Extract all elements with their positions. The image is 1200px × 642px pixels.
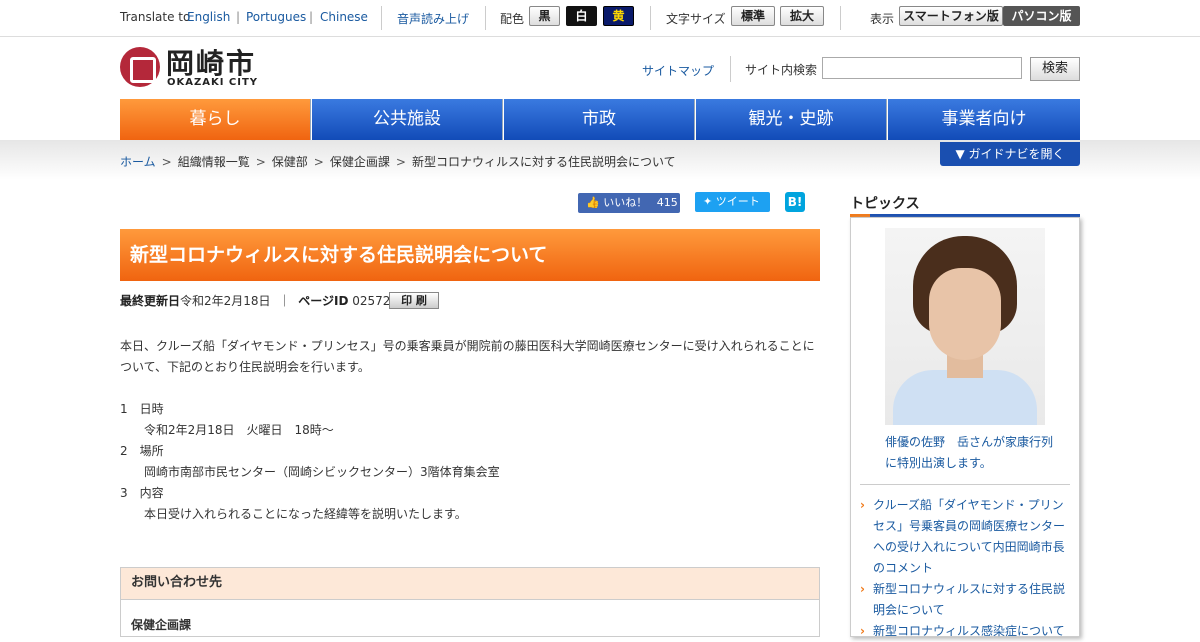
divider xyxy=(730,56,731,82)
city-emblem-icon[interactable] xyxy=(120,47,160,87)
divider xyxy=(860,484,1070,485)
thumbs-up-icon: 👍 xyxy=(586,196,600,209)
sitemap-link[interactable]: サイトマップ xyxy=(642,62,714,79)
font-large-button[interactable]: 拡大 xyxy=(780,6,824,26)
translate-label: Translate to xyxy=(120,10,191,24)
breadcrumb-separator: > xyxy=(313,155,324,169)
search-button[interactable]: 検索 xyxy=(1030,57,1080,81)
like-label: いいね！ xyxy=(603,196,648,209)
meta-separator: ｜ xyxy=(278,294,291,308)
topic-list-item[interactable]: › クルーズ船「ダイヤモンド・プリンセス」号乗客員の岡崎医療センターへの受け入れに… xyxy=(860,495,1070,579)
lang-chinese-link[interactable]: Chinese xyxy=(320,10,368,24)
breadcrumb-item[interactable]: 組織情報一覧 xyxy=(178,155,250,169)
divider xyxy=(840,6,841,30)
twitter-bird-icon: ✦ xyxy=(703,195,713,208)
facebook-like-button[interactable]: 👍 いいね！ 415 xyxy=(578,193,680,213)
tweet-button[interactable]: ✦ ツイート xyxy=(695,192,770,212)
lang-separator: | xyxy=(309,10,314,24)
item-heading: 3 内容 xyxy=(120,486,164,500)
global-nav: 暮らし 公共施設 市政 観光・史跡 事業者向け xyxy=(120,99,1080,140)
topic-link[interactable]: 新型コロナウィルスに対する住民説明会について xyxy=(873,582,1065,617)
contact-heading: お問い合わせ先 xyxy=(121,568,819,600)
divider xyxy=(485,6,486,30)
voice-reader-link[interactable]: 音声読み上げ xyxy=(397,10,469,27)
breadcrumb-separator: > xyxy=(255,155,266,169)
search-label: サイト内検索 xyxy=(745,63,818,77)
site-logo-subtitle: OKAZAKI CITY xyxy=(167,77,259,88)
topic-list-item[interactable]: › 新型コロナウィルスに対する住民説明会について xyxy=(860,579,1070,621)
breadcrumb-item[interactable]: 保健企画課 xyxy=(330,155,390,169)
topic-photo-caption-link[interactable]: 俳優の佐野 岳さんが家康行列に特別出演します。 xyxy=(885,432,1055,474)
color-black-button[interactable]: 黒 xyxy=(529,6,560,26)
nav-item-facilities[interactable]: 公共施設 xyxy=(312,99,503,140)
page-title: 新型コロナウィルスに対する住民説明会について xyxy=(120,229,820,281)
breadcrumb-separator: > xyxy=(395,155,406,169)
item-detail: 令和2年2月18日 火曜日 18時～ xyxy=(144,423,334,437)
breadcrumb: ホーム > 組織情報一覧 > 保健部 > 保健企画課 > 新型コロナウィルスに対する住民説明会に… xyxy=(120,153,676,170)
chevron-right-icon: › xyxy=(860,624,865,638)
breadcrumb-separator: > xyxy=(161,155,172,169)
divider xyxy=(381,6,382,30)
color-scheme-label: 配色 xyxy=(500,12,525,26)
hatena-bookmark-button[interactable]: B! xyxy=(785,192,805,212)
article-body: 本日、クルーズ船「ダイヤモンド・プリンセス」号の乗客乗員が開院前の藤田医科大学岡… xyxy=(120,336,820,525)
print-button[interactable]: 印 刷 xyxy=(389,292,439,309)
search-input[interactable] xyxy=(822,57,1022,79)
page-id-label: ページID xyxy=(298,294,349,308)
item-detail: 岡崎市南部市民センター（岡崎シビックセンター）3階体育集会室 xyxy=(144,465,500,479)
topic-link[interactable]: クルーズ船「ダイヤモンド・プリンセス」号乗客員の岡崎医療センターへの受け入れにつ… xyxy=(873,498,1065,575)
color-white-button[interactable]: 白 xyxy=(566,6,597,26)
nav-item-city-government[interactable]: 市政 xyxy=(504,99,695,140)
topic-link[interactable]: 新型コロナウィルス感染症について xyxy=(873,624,1065,638)
divider xyxy=(650,6,651,30)
guide-nav-button[interactable]: ▼ ガイドナビを開く xyxy=(940,142,1080,166)
breadcrumb-item[interactable]: 保健部 xyxy=(272,155,308,169)
display-smartphone-button[interactable]: スマートフォン版 xyxy=(899,6,1003,26)
breadcrumb-current: 新型コロナウィルスに対する住民説明会について xyxy=(411,155,676,169)
contact-department: 保健企画課 xyxy=(131,618,192,632)
lang-separator: | xyxy=(236,10,241,24)
font-standard-button[interactable]: 標準 xyxy=(731,6,775,26)
chevron-right-icon: › xyxy=(860,498,865,512)
utility-bar: Translate to English | Portugues | Chine… xyxy=(0,0,1200,37)
site-logo-title[interactable]: 岡崎市 xyxy=(166,42,256,82)
topic-list-item[interactable]: › 新型コロナウィルス感染症について xyxy=(860,621,1070,642)
item-detail: 本日受け入れられることになった経緯等を説明いたします。 xyxy=(144,507,467,521)
chevron-right-icon: › xyxy=(860,582,865,596)
page-meta: 最終更新日令和2年2月18日 ｜ ページID 025722 xyxy=(120,292,398,309)
nav-item-business[interactable]: 事業者向け xyxy=(888,99,1080,140)
color-yellow-button[interactable]: 黄 xyxy=(603,6,634,26)
topics-list: › クルーズ船「ダイヤモンド・プリンセス」号乗客員の岡崎医療センターへの受け入れに… xyxy=(860,495,1070,642)
tweet-label: ツイート xyxy=(715,195,760,208)
font-size-label: 文字サイズ xyxy=(666,12,726,26)
lang-english-link[interactable]: English xyxy=(187,10,230,24)
topics-heading: トピックス xyxy=(850,193,1080,218)
item-heading: 1 日時 xyxy=(120,402,164,416)
item-heading: 2 場所 xyxy=(120,444,164,458)
display-pc-button[interactable]: パソコン版 xyxy=(1003,6,1080,26)
nav-item-living[interactable]: 暮らし xyxy=(120,99,311,140)
contact-box: お問い合わせ先 保健企画課 xyxy=(120,567,820,637)
article-intro: 本日、クルーズ船「ダイヤモンド・プリンセス」号の乗客乗員が開院前の藤田医科大学岡… xyxy=(120,339,815,374)
topic-photo[interactable] xyxy=(885,228,1045,425)
updated-label: 最終更新日 xyxy=(120,294,181,308)
like-count: 415 xyxy=(656,196,678,209)
lang-portugues-link[interactable]: Portugues xyxy=(246,10,306,24)
nav-item-tourism[interactable]: 観光・史跡 xyxy=(696,99,887,140)
display-label: 表示 xyxy=(870,12,895,26)
breadcrumb-home-link[interactable]: ホーム xyxy=(120,155,156,169)
updated-date: 令和2年2月18日 xyxy=(180,294,271,308)
